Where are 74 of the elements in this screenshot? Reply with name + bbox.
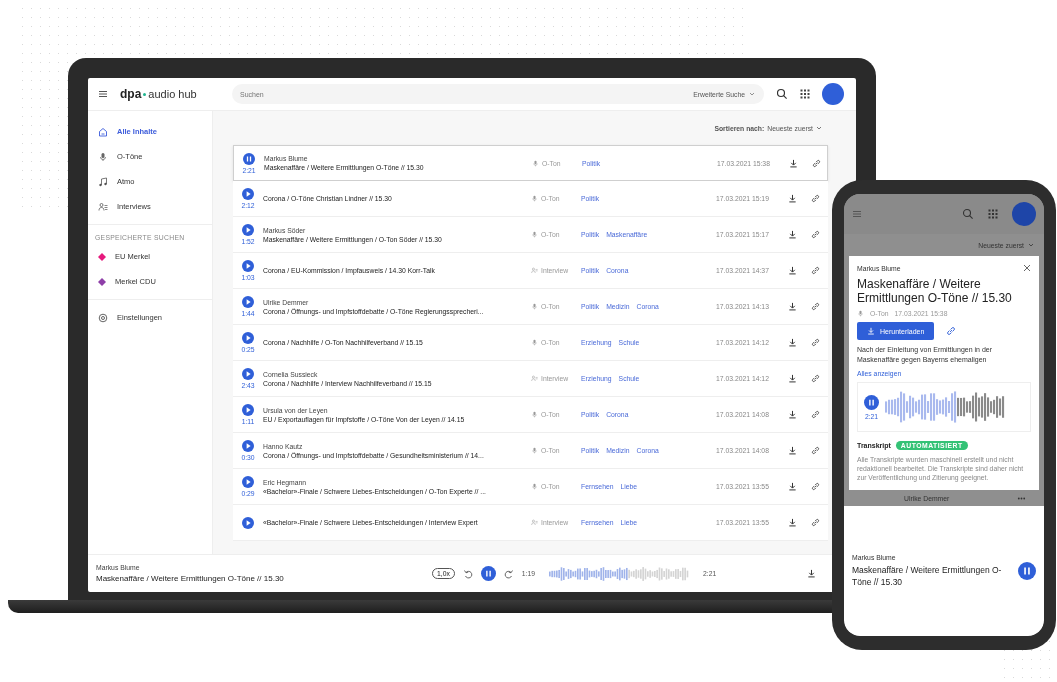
- play-button[interactable]: [242, 404, 254, 416]
- download-icon[interactable]: [788, 302, 797, 311]
- microphone-icon: [531, 195, 538, 202]
- pause-button[interactable]: [1018, 562, 1036, 580]
- home-icon: [98, 126, 108, 137]
- avatar[interactable]: [822, 83, 844, 105]
- link-icon[interactable]: [811, 302, 820, 311]
- play-button[interactable]: [242, 332, 254, 344]
- music-note-icon: [98, 176, 108, 187]
- people-icon: [531, 375, 538, 382]
- link-icon[interactable]: [811, 194, 820, 203]
- play-button[interactable]: [242, 476, 254, 488]
- download-icon[interactable]: [788, 266, 797, 275]
- logo-text: audio hub: [148, 88, 197, 100]
- play-button[interactable]: [242, 224, 254, 236]
- caret-icon: [1028, 242, 1034, 248]
- microphone-icon: [531, 339, 538, 346]
- play-button[interactable]: [242, 296, 254, 308]
- link-icon[interactable]: [811, 410, 820, 419]
- microphone-icon: [98, 151, 108, 162]
- caret-icon: [816, 125, 822, 131]
- people-icon: [531, 267, 538, 274]
- link-icon[interactable]: [811, 374, 820, 383]
- download-icon[interactable]: [788, 518, 797, 527]
- logo-dot-icon: [143, 92, 147, 96]
- download-icon[interactable]: [788, 338, 797, 347]
- caret-icon: [749, 91, 755, 97]
- download-icon[interactable]: [788, 230, 797, 239]
- apps-grid-icon[interactable]: [800, 89, 810, 99]
- link-icon[interactable]: [811, 518, 820, 527]
- track-title: Maskenaffäre / Weitere Ermittlungen O-Töne // 15.30: [852, 564, 1003, 588]
- waveform[interactable]: [885, 391, 1005, 423]
- pause-button[interactable]: [480, 566, 496, 581]
- pause-button[interactable]: [243, 152, 255, 165]
- microphone-icon: [531, 303, 538, 310]
- play-button[interactable]: [242, 440, 254, 452]
- track-title: Maskenaffäre / Weitere Ermittlungen O-Töne // 15.30: [96, 574, 285, 583]
- download-icon[interactable]: [788, 482, 797, 491]
- link-icon[interactable]: [811, 266, 820, 275]
- link-icon[interactable]: [811, 338, 820, 347]
- download-icon: [867, 327, 875, 335]
- forward-icon[interactable]: [503, 568, 514, 579]
- microphone-icon: [857, 310, 864, 317]
- link-icon[interactable]: [946, 326, 957, 336]
- microphone-icon: [532, 159, 539, 167]
- download-icon[interactable]: [807, 569, 816, 578]
- microphone-icon: [531, 411, 538, 418]
- play-button[interactable]: [242, 260, 254, 272]
- link-icon[interactable]: [812, 158, 821, 168]
- download-icon[interactable]: [788, 446, 797, 455]
- logo-text: dpa: [120, 87, 142, 101]
- play-button[interactable]: [242, 188, 254, 200]
- close-icon[interactable]: [1023, 264, 1031, 272]
- microphone-icon: [531, 483, 538, 490]
- download-icon[interactable]: [788, 410, 797, 419]
- gear-icon: [98, 312, 108, 323]
- avatar[interactable]: [1012, 202, 1036, 226]
- download-icon[interactable]: [789, 158, 798, 168]
- microphone-icon: [531, 231, 538, 238]
- link-icon[interactable]: [811, 482, 820, 491]
- play-button[interactable]: [242, 516, 254, 529]
- play-button[interactable]: [242, 368, 254, 380]
- menu-icon[interactable]: [98, 89, 108, 99]
- people-icon: [531, 519, 538, 526]
- download-icon[interactable]: [788, 374, 797, 383]
- detail-title: Maskenaffäre / Weitere Ermittlungen O-Töne // 15.30: [857, 277, 1013, 305]
- microphone-icon: [531, 447, 538, 454]
- pause-button[interactable]: [864, 394, 879, 410]
- link-icon[interactable]: [811, 230, 820, 239]
- search-icon[interactable]: [776, 88, 788, 100]
- download-icon[interactable]: [788, 194, 797, 203]
- link-icon[interactable]: [811, 446, 820, 455]
- people-icon: [98, 201, 108, 212]
- rewind-icon[interactable]: [462, 568, 473, 579]
